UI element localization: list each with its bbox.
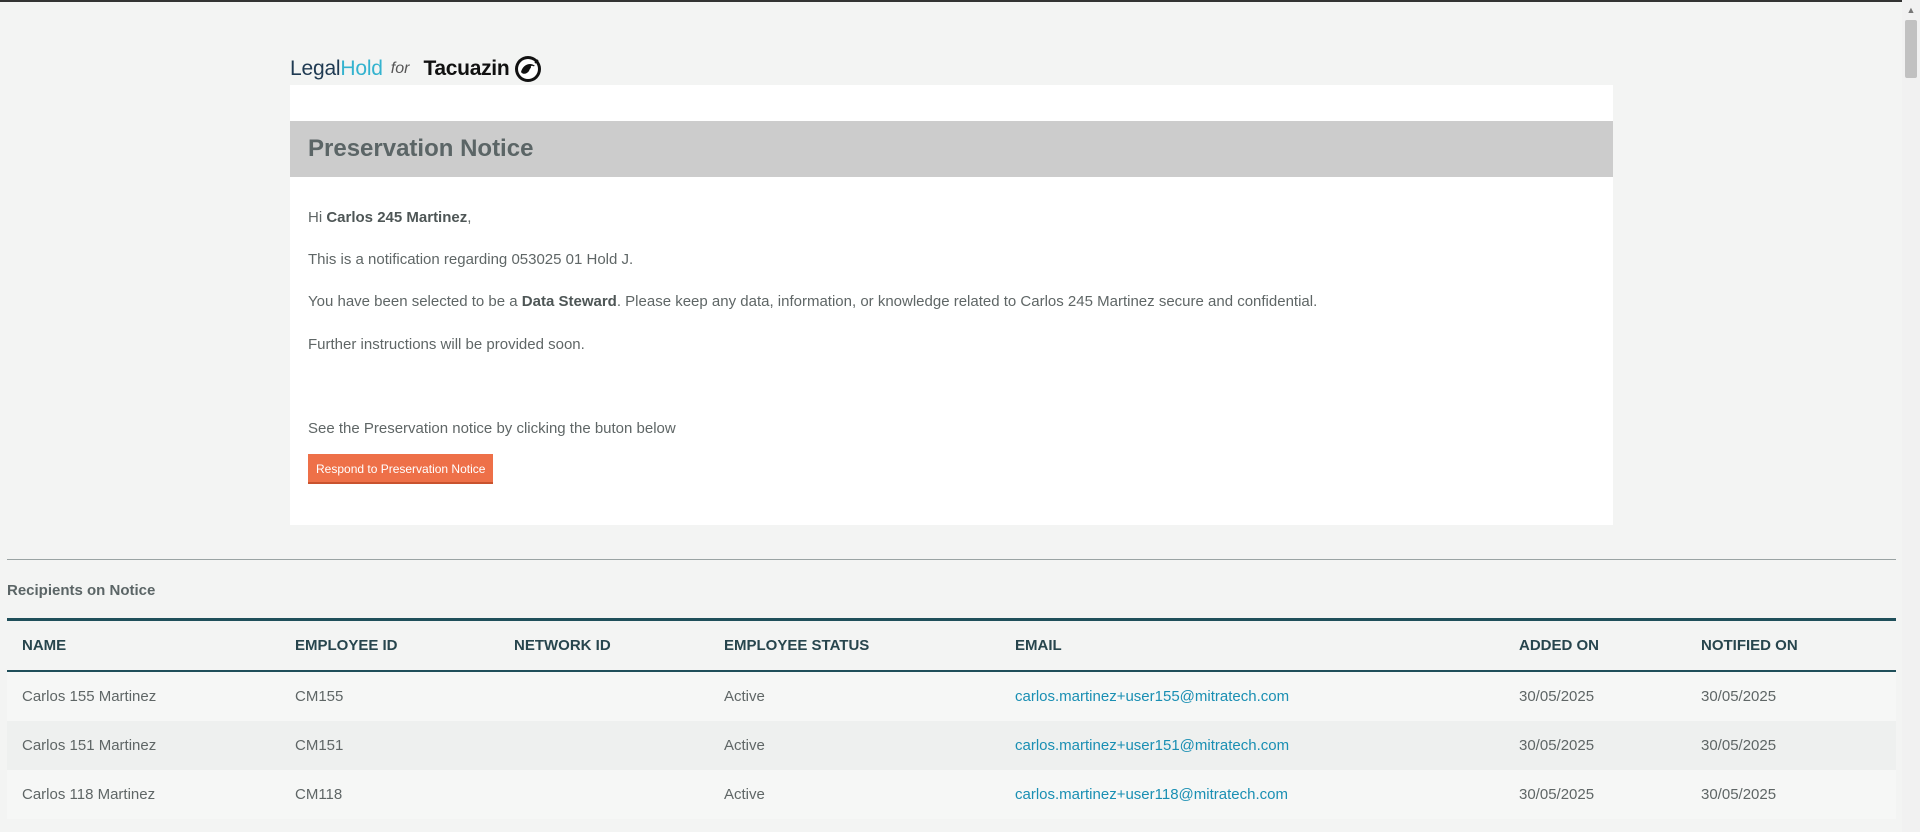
recipients-section-title: Recipients on Notice xyxy=(7,582,156,599)
cell-employee-id: CM118 xyxy=(295,786,343,803)
logo-for-text: for xyxy=(390,60,410,77)
scroll-up-arrow-icon[interactable]: ▲ xyxy=(1902,2,1920,18)
cell-name: Carlos 118 Martinez xyxy=(22,786,156,803)
role-name: Data Steward xyxy=(521,293,617,310)
company-logo: Tacuazin xyxy=(423,54,543,84)
cell-email-link[interactable]: carlos.martinez+user151@mitratech.com xyxy=(1015,737,1289,754)
see-notice-text: See the Preservation notice by clicking … xyxy=(308,420,676,437)
cell-employee-id: CM155 xyxy=(295,688,344,705)
scrollbar-thumb[interactable] xyxy=(1905,20,1917,78)
column-header-added-on[interactable]: ADDED ON xyxy=(1519,637,1599,654)
legalhold-logo: LegalHold xyxy=(290,57,383,81)
window-top-border xyxy=(0,0,1920,2)
opossum-logo-icon xyxy=(515,56,542,82)
cell-notified-on: 30/05/2025 xyxy=(1701,786,1777,803)
cell-email-link[interactable]: carlos.martinez+user118@mitratech.com xyxy=(1015,786,1288,803)
cell-notified-on: 30/05/2025 xyxy=(1701,737,1777,754)
vertical-scrollbar[interactable]: ▲ xyxy=(1902,0,1920,832)
greeting: Hi Carlos 245 Martinez, xyxy=(308,209,471,226)
cell-email-link[interactable]: carlos.martinez+user155@mitratech.com xyxy=(1015,688,1289,705)
cell-notified-on: 30/05/2025 xyxy=(1701,688,1777,705)
column-header-network-id[interactable]: NETWORK ID xyxy=(514,637,611,654)
cell-added-on: 30/05/2025 xyxy=(1519,688,1595,705)
column-header-employee-status[interactable]: EMPLOYEE STATUS xyxy=(724,637,869,654)
section-divider xyxy=(7,559,1896,560)
role-prefix: You have been selected to be a xyxy=(308,293,522,310)
table-row[interactable]: Carlos 155 Martinez CM155 Active carlos.… xyxy=(7,672,1896,721)
cell-status: Active xyxy=(724,737,765,754)
instructions-text: Further instructions will be provided so… xyxy=(308,336,585,353)
role-assignment-text: You have been selected to be a Data Stew… xyxy=(308,293,1317,310)
brand-logo: LegalHold for Tacuazin xyxy=(290,54,543,84)
company-name: Tacuazin xyxy=(423,57,510,80)
column-header-name[interactable]: NAME xyxy=(22,637,66,654)
cell-name: Carlos 155 Martinez xyxy=(22,688,157,705)
table-header: NAME EMPLOYEE ID NETWORK ID EMPLOYEE STA… xyxy=(7,618,1896,672)
notice-header: Preservation Notice xyxy=(290,121,1613,177)
cell-added-on: 30/05/2025 xyxy=(1519,737,1595,754)
hold-reference-text: This is a notification regarding 053025 … xyxy=(308,251,634,268)
column-header-email[interactable]: EMAIL xyxy=(1015,637,1062,654)
notice-title: Preservation Notice xyxy=(308,135,534,162)
logo-legal-text: Legal xyxy=(290,57,341,80)
cell-status: Active xyxy=(724,688,765,705)
recipient-name: Carlos 245 Martinez xyxy=(326,209,468,226)
logo-hold-text: Hold xyxy=(340,57,383,80)
role-suffix: . Please keep any data, information, or … xyxy=(616,293,1318,310)
cell-status: Active xyxy=(724,786,765,803)
column-header-employee-id[interactable]: EMPLOYEE ID xyxy=(295,637,398,654)
greeting-prefix: Hi xyxy=(308,209,327,226)
table-row[interactable]: Carlos 118 Martinez CM118 Active carlos.… xyxy=(7,770,1896,819)
cell-added-on: 30/05/2025 xyxy=(1519,786,1595,803)
greeting-suffix: , xyxy=(467,209,472,226)
column-header-notified-on[interactable]: NOTIFIED ON xyxy=(1701,637,1798,654)
recipients-table: NAME EMPLOYEE ID NETWORK ID EMPLOYEE STA… xyxy=(7,618,1896,819)
table-row[interactable]: Carlos 151 Martinez CM151 Active carlos.… xyxy=(7,721,1896,770)
preservation-notice-card: Preservation Notice Hi Carlos 245 Martin… xyxy=(290,85,1613,525)
cell-name: Carlos 151 Martinez xyxy=(22,737,157,754)
respond-to-notice-button[interactable]: Respond to Preservation Notice xyxy=(308,454,494,484)
cell-employee-id: CM151 xyxy=(295,737,344,754)
